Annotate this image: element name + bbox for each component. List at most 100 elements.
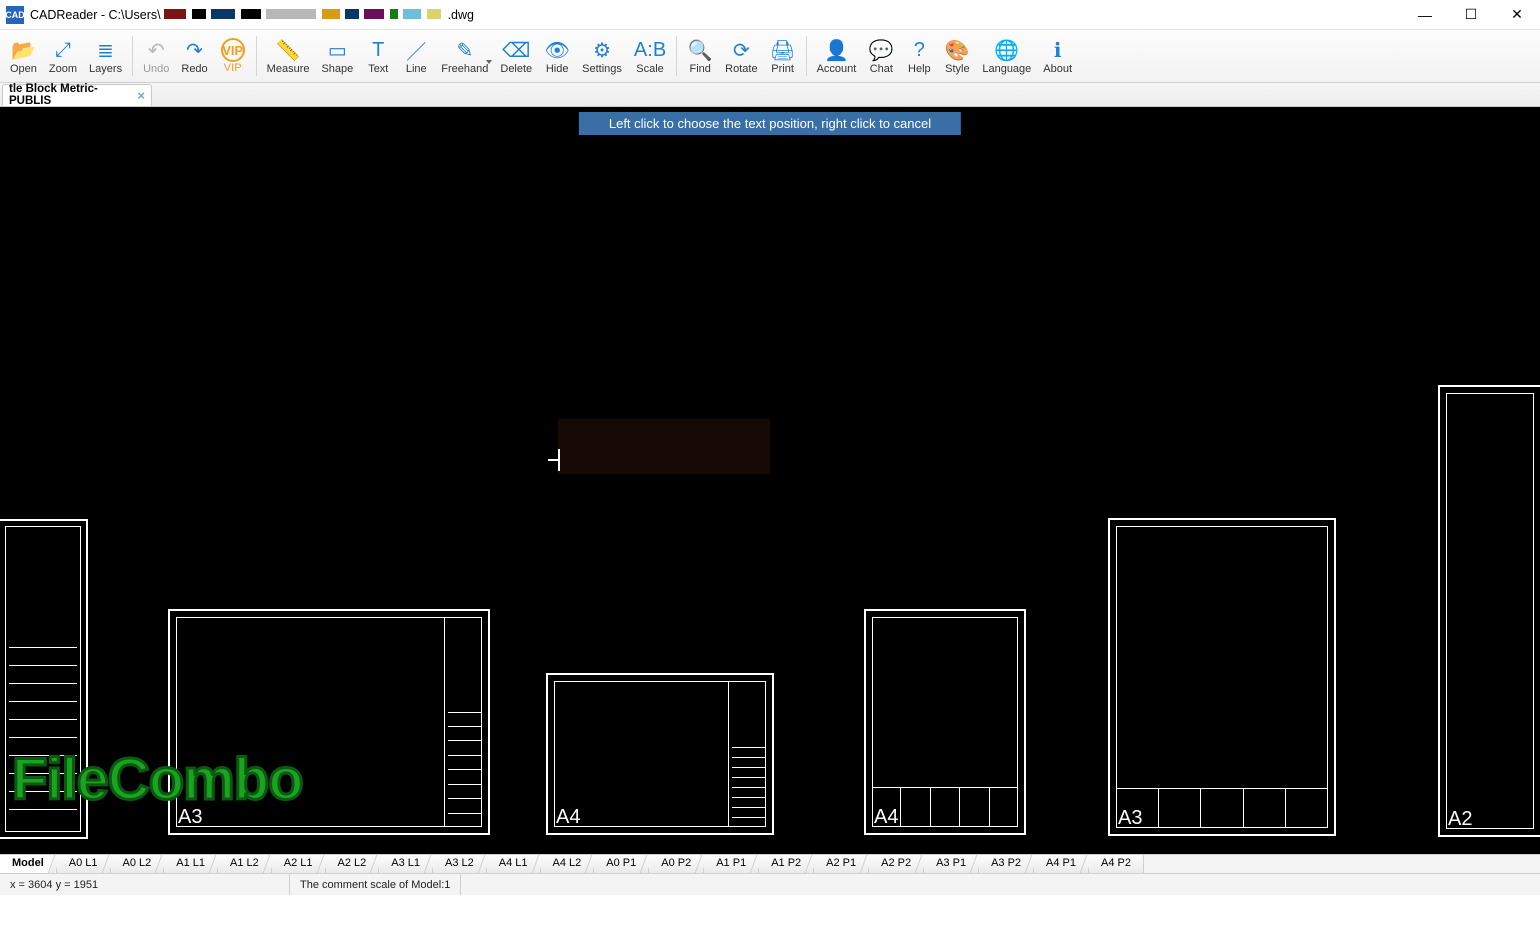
scale-icon: A:B — [634, 37, 666, 63]
hide-label: Hide — [546, 63, 569, 75]
open-icon: 📂 — [11, 37, 36, 63]
layout-tab-bar: ModelA0 L1A0 L2A1 L1A1 L2A2 L1A2 L2A3 L1… — [0, 854, 1540, 874]
print-button[interactable]: 🖨Print — [764, 30, 802, 82]
freehand-icon: ✎ — [456, 37, 473, 63]
sheet-frame: A2 — [1438, 385, 1540, 837]
find-icon: 🔍 — [688, 37, 713, 63]
file-tab-label: tle Block Metric-PUBLIS — [9, 83, 131, 107]
settings-label: Settings — [582, 63, 622, 75]
text-placement-ghost — [558, 419, 770, 474]
freehand-label: Freehand — [441, 63, 488, 75]
close-tab-icon[interactable]: × — [137, 88, 145, 103]
maximize-button[interactable]: ☐ — [1448, 0, 1494, 30]
account-icon: 👤 — [824, 37, 849, 63]
file-tab[interactable]: tle Block Metric-PUBLIS × — [2, 84, 152, 106]
hide-icon: 👁 — [544, 37, 569, 63]
drawing-canvas[interactable]: Left click to choose the text position, … — [0, 107, 1540, 854]
line-button[interactable]: ／Line — [397, 30, 435, 82]
undo-button[interactable]: ↶Undo — [137, 30, 175, 82]
scale-label: Scale — [636, 63, 664, 75]
layers-label: Layers — [89, 63, 122, 75]
chat-button[interactable]: 💬Chat — [862, 30, 900, 82]
zoom-icon: ⤢ — [55, 37, 71, 63]
about-button[interactable]: ℹAbout — [1037, 30, 1078, 82]
redo-icon: ↷ — [186, 37, 203, 63]
help-icon: ? — [914, 37, 925, 63]
close-button[interactable]: ✕ — [1494, 0, 1540, 30]
vip-icon: VIP — [221, 38, 245, 62]
find-label: Find — [689, 63, 710, 75]
delete-button[interactable]: ⌫Delete — [494, 30, 538, 82]
app-icon: CAD — [6, 6, 24, 24]
hide-button[interactable]: 👁Hide — [538, 30, 576, 82]
hint-banner: Left click to choose the text position, … — [579, 112, 961, 135]
open-label: Open — [10, 63, 37, 75]
status-bar: x = 3604 y = 1951 The comment scale of M… — [0, 874, 1540, 895]
freehand-button[interactable]: ✎Freehand — [435, 30, 494, 82]
layers-icon: ≣ — [97, 37, 114, 63]
style-button[interactable]: 🎨Style — [938, 30, 976, 82]
language-icon: 🌐 — [994, 37, 1019, 63]
measure-button[interactable]: 📏Measure — [261, 30, 316, 82]
sheet-frame: A4 — [546, 673, 774, 835]
account-label: Account — [817, 63, 857, 75]
sheet-frame: A3 — [1108, 518, 1336, 836]
shape-button[interactable]: ▭Shape — [315, 30, 359, 82]
layers-button[interactable]: ≣Layers — [83, 30, 128, 82]
account-button[interactable]: 👤Account — [811, 30, 863, 82]
zoom-label: Zoom — [49, 63, 77, 75]
chat-label: Chat — [870, 63, 893, 75]
language-button[interactable]: 🌐Language — [976, 30, 1037, 82]
text-button[interactable]: TText — [359, 30, 397, 82]
style-label: Style — [945, 63, 969, 75]
rotate-icon: ⟳ — [733, 37, 750, 63]
text-icon: T — [372, 37, 384, 63]
shape-icon: ▭ — [328, 37, 347, 63]
scale-button[interactable]: A:BScale — [628, 30, 672, 82]
sheet-label: A2 — [1448, 808, 1472, 831]
language-label: Language — [982, 63, 1031, 75]
vip-button[interactable]: VIPVIP — [214, 30, 252, 82]
redo-button[interactable]: ↷Redo — [175, 30, 213, 82]
vip-label: VIP — [224, 62, 242, 74]
undo-label: Undo — [143, 63, 169, 75]
ribbon-toolbar: 📂Open⤢Zoom≣Layers↶Undo↷RedoVIPVIP📏Measur… — [0, 30, 1540, 83]
rotate-button[interactable]: ⟳Rotate — [719, 30, 763, 82]
line-label: Line — [406, 63, 427, 75]
print-icon: 🖨 — [770, 37, 795, 63]
shape-label: Shape — [321, 63, 353, 75]
settings-button[interactable]: ⚙Settings — [576, 30, 628, 82]
measure-icon: 📏 — [276, 37, 301, 63]
watermark: FileCombo — [12, 746, 303, 813]
style-icon: 🎨 — [945, 37, 970, 63]
delete-icon: ⌫ — [502, 37, 530, 63]
settings-icon: ⚙ — [593, 37, 611, 63]
find-button[interactable]: 🔍Find — [681, 30, 719, 82]
minimize-button[interactable]: — — [1402, 0, 1448, 30]
about-label: About — [1043, 63, 1072, 75]
about-icon: ℹ — [1054, 37, 1062, 63]
print-label: Print — [771, 63, 794, 75]
file-tab-bar: tle Block Metric-PUBLIS × — [0, 83, 1540, 107]
open-button[interactable]: 📂Open — [4, 30, 43, 82]
chat-icon: 💬 — [869, 37, 894, 63]
status-comment-scale: The comment scale of Model:1 — [290, 874, 461, 895]
zoom-button[interactable]: ⤢Zoom — [43, 30, 83, 82]
window-title: CADReader - C:\Users\ .dwg — [30, 8, 474, 22]
undo-icon: ↶ — [148, 37, 165, 63]
rotate-label: Rotate — [725, 63, 757, 75]
layout-tab[interactable]: A4 P2 — [1089, 855, 1144, 873]
sheet-label: A3 — [1118, 807, 1142, 830]
text-label: Text — [368, 63, 388, 75]
redo-label: Redo — [181, 63, 207, 75]
sheet-frame: A4 — [864, 609, 1026, 835]
titlebar: CAD CADReader - C:\Users\ .dwg — ☐ ✕ — [0, 0, 1540, 30]
help-label: Help — [908, 63, 931, 75]
line-icon: ／ — [406, 37, 426, 63]
delete-label: Delete — [500, 63, 532, 75]
help-button[interactable]: ?Help — [900, 30, 938, 82]
sheet-label: A4 — [874, 806, 898, 829]
measure-label: Measure — [267, 63, 310, 75]
sheet-label: A4 — [556, 806, 580, 829]
status-coordinates: x = 3604 y = 1951 — [0, 874, 290, 895]
